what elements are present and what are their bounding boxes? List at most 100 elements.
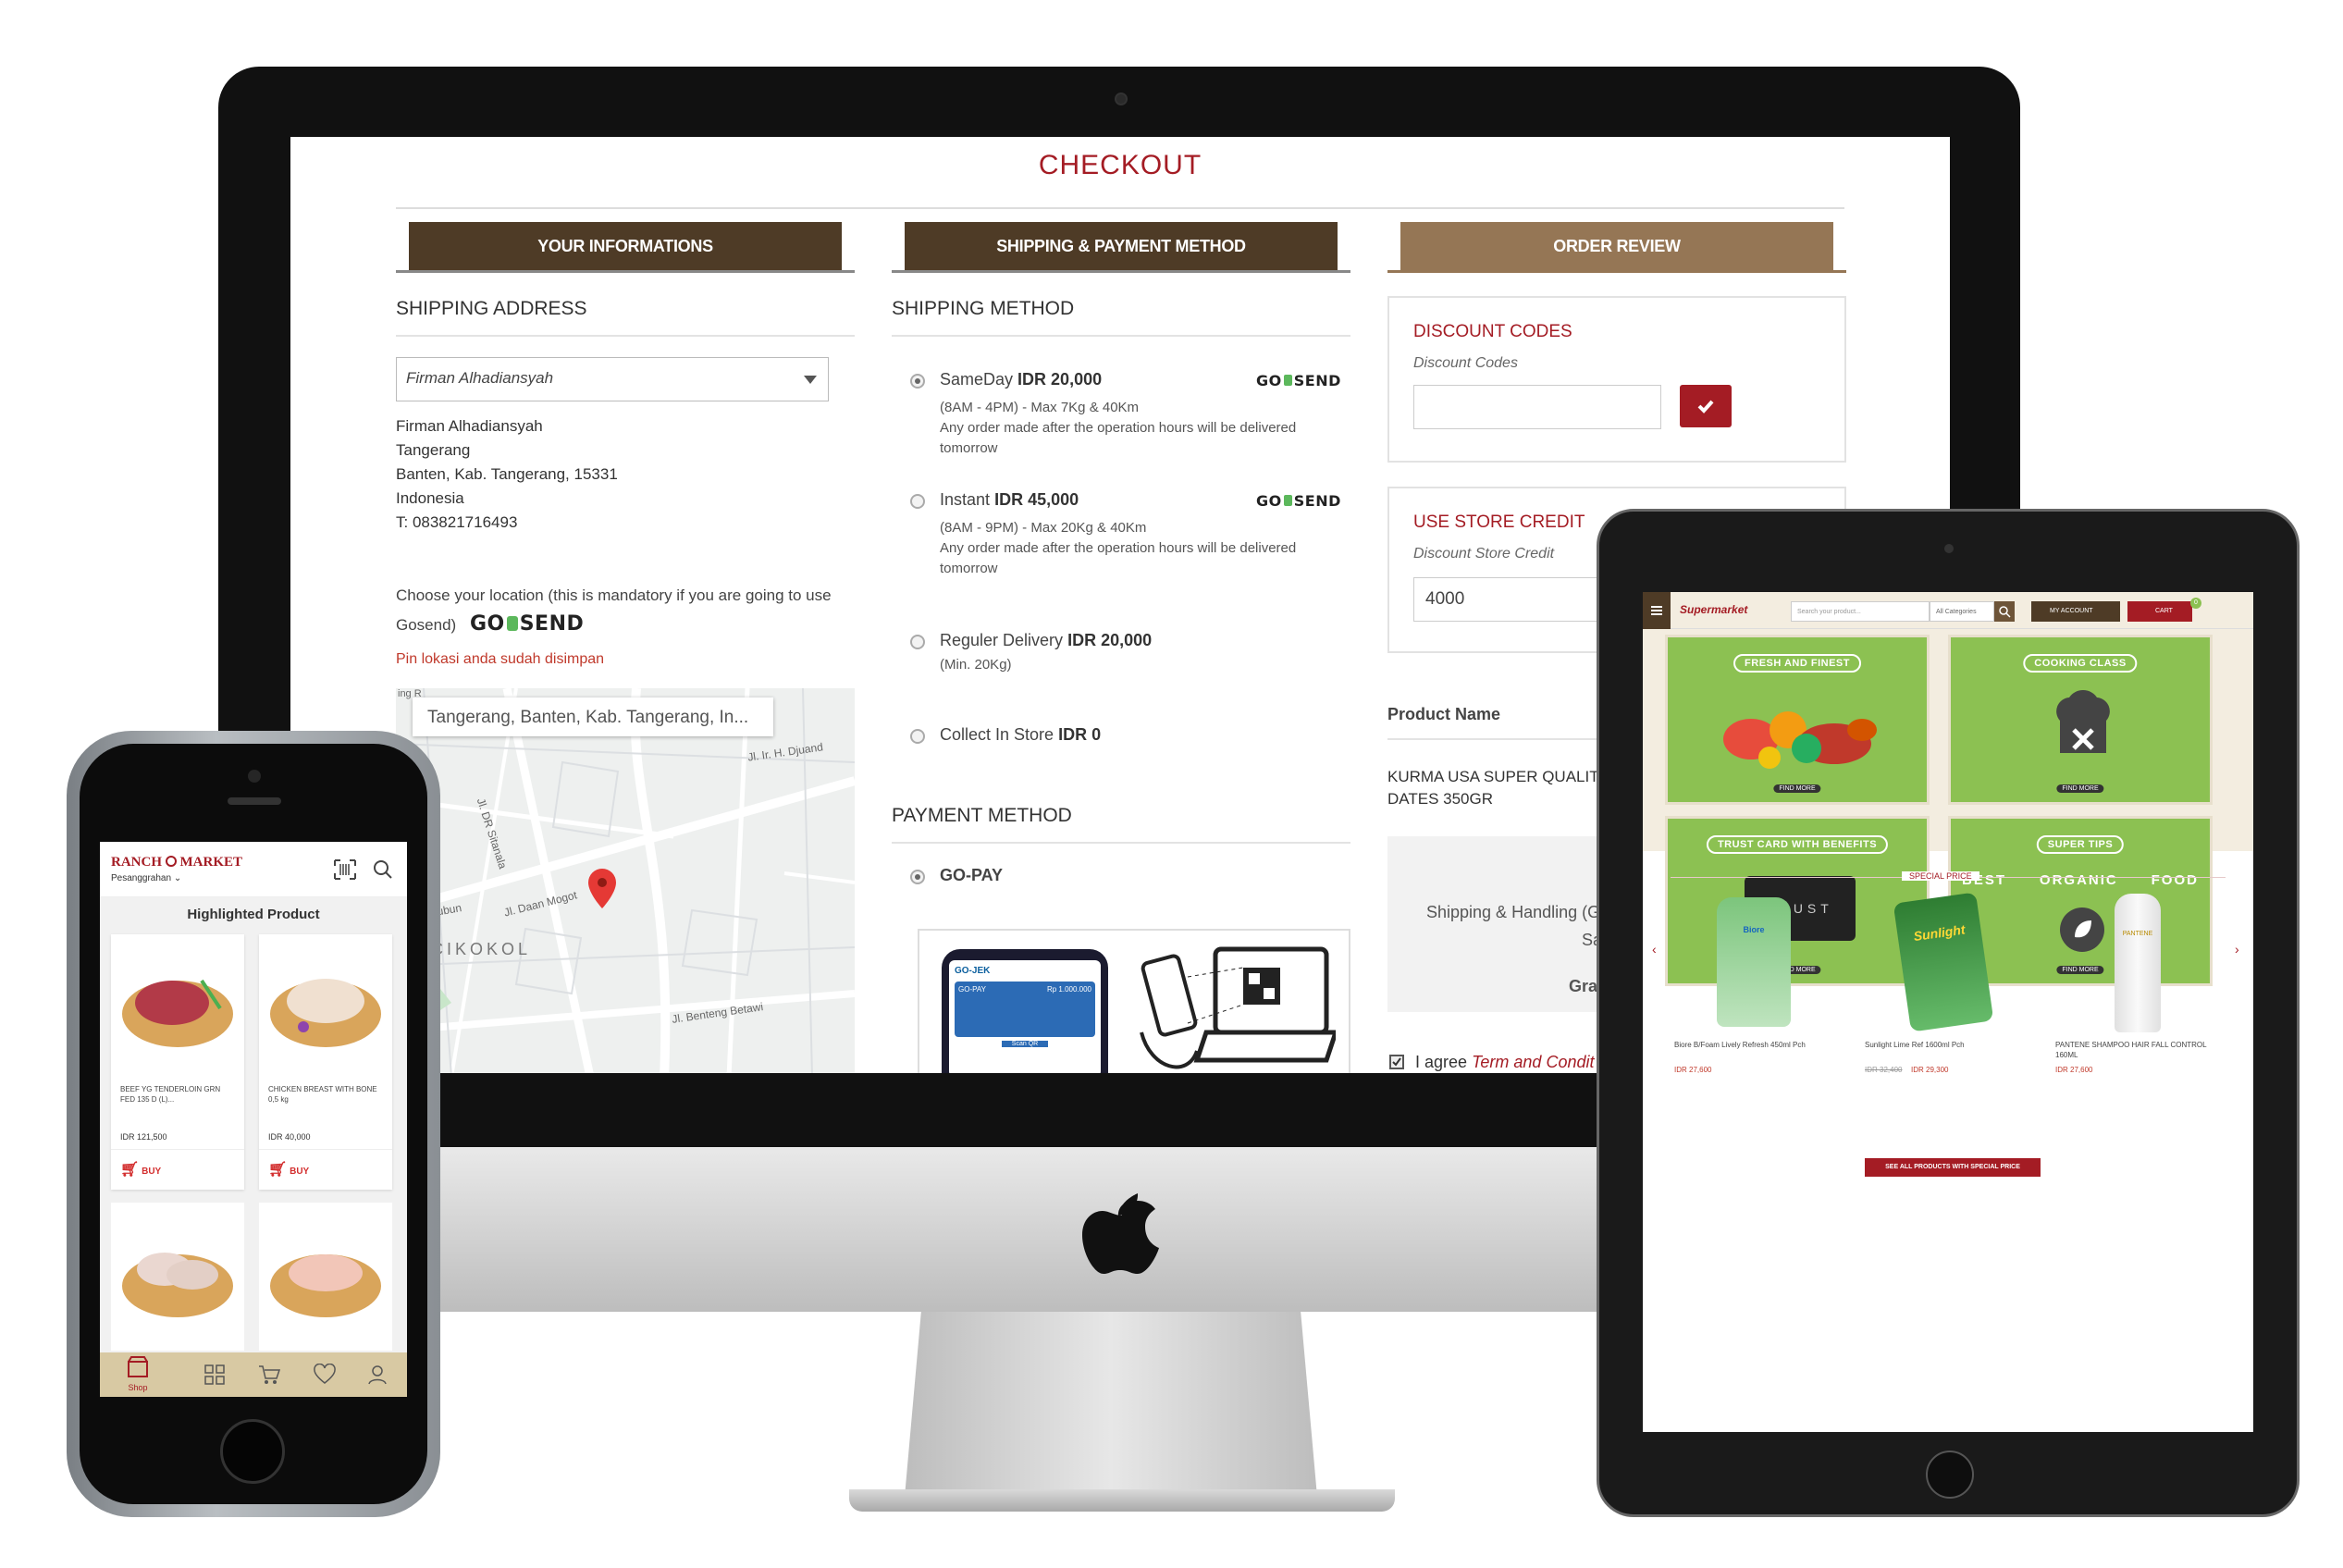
sameday-radio[interactable] bbox=[910, 374, 925, 389]
divider bbox=[892, 270, 1350, 273]
cart-icon[interactable] bbox=[257, 1364, 281, 1386]
divider bbox=[396, 335, 855, 337]
location-prompt: Choose your location (this is mandatory … bbox=[396, 581, 849, 639]
see-all-special-button[interactable]: SEE ALL PRODUCTS WITH SPECIAL PRICE bbox=[1865, 1158, 2041, 1177]
divider bbox=[259, 1149, 392, 1150]
agree-terms: I agree Term and Condit bbox=[1415, 1053, 1594, 1072]
carousel-next-icon[interactable]: › bbox=[2235, 942, 2239, 957]
banner-fresh-finest[interactable]: FRESH AND FINEST FIND MORE bbox=[1665, 635, 1930, 805]
apply-discount-button[interactable] bbox=[1680, 385, 1732, 427]
discount-code-input[interactable] bbox=[1413, 385, 1661, 429]
search-icon bbox=[1999, 606, 2011, 618]
categories-icon[interactable] bbox=[203, 1364, 226, 1386]
sameday-details: (8AM - 4PM) - Max 7Kg & 40Km Any order m… bbox=[940, 398, 1296, 459]
page-title: CHECKOUT bbox=[1038, 150, 1202, 180]
gopay-amount: Rp 1.000.000 bbox=[1046, 985, 1091, 994]
buy-label: BUY bbox=[290, 1167, 310, 1177]
special-product-card[interactable]: Biore bbox=[1671, 888, 1846, 1036]
buy-button[interactable]: 🛒︎ BUY bbox=[268, 1160, 309, 1179]
phone-product-card[interactable]: CHICKEN BREAST WITH BONE 0,5 kg IDR 40,0… bbox=[259, 934, 392, 1190]
account-button[interactable]: MY ACCOUNT bbox=[2031, 601, 2120, 622]
special-product-card[interactable]: Sunlight bbox=[1856, 888, 2031, 1036]
instant-details: (8AM - 9PM) - Max 20Kg & 40Km Any order … bbox=[940, 518, 1296, 579]
phone-product-card[interactable]: BEEF YG TENDERLOIN GRN FED 135 D (L)... … bbox=[111, 934, 244, 1190]
product-name: Sunlight Lime Ref 1600ml Pch bbox=[1865, 1041, 1965, 1049]
map-label: CIKOKOL bbox=[431, 940, 532, 958]
location-saved-note: Pin lokasi anda sudah disimpan bbox=[396, 651, 605, 667]
beef-product-image bbox=[122, 979, 233, 1047]
nav-shop[interactable]: Shop bbox=[126, 1356, 150, 1392]
agree-checkbox[interactable] bbox=[1389, 1055, 1404, 1069]
address-line: Firman Alhadiansyah bbox=[396, 417, 543, 435]
reguler-details: (Min. 20Kg) bbox=[940, 655, 1012, 675]
location-selector[interactable]: Pesanggrahan ⌄ bbox=[111, 873, 181, 883]
highlighted-product-heading: Highlighted Product bbox=[187, 907, 320, 922]
address-select[interactable]: Firman Alhadiansyah bbox=[396, 357, 829, 401]
product-name: PANTENE SHAMPOO HAIR FALL CONTROL 160ML bbox=[2055, 1041, 2207, 1059]
gosend-logo: GO SEND bbox=[1256, 492, 1341, 510]
chef-hat-icon bbox=[2056, 689, 2110, 753]
step-shipping-payment[interactable]: SHIPPING & PAYMENT METHOD bbox=[905, 222, 1338, 270]
phone-product-card[interactable] bbox=[259, 1203, 392, 1351]
phone-header: RANCH MARKET Pesanggrahan ⌄ bbox=[100, 842, 407, 897]
search-icon[interactable] bbox=[372, 858, 394, 881]
search-button[interactable] bbox=[1994, 601, 2015, 622]
sunlight-product-image: Sunlight bbox=[1893, 892, 1994, 1032]
step-your-informations[interactable]: YOUR INFORMATIONS bbox=[409, 222, 842, 270]
find-more-button[interactable]: FIND MORE bbox=[2056, 784, 2104, 793]
brand-left: RANCH bbox=[111, 855, 162, 870]
gosend-icon bbox=[1283, 495, 1292, 506]
step-order-review[interactable]: ORDER REVIEW bbox=[1400, 222, 1833, 270]
gopay-illustration: GO-JEK GO-PAY Rp 1.000.000 Scan QR bbox=[918, 929, 1350, 1073]
option-price: IDR 20,000 bbox=[1017, 370, 1103, 389]
tablet-home-button[interactable] bbox=[1926, 1451, 1974, 1499]
scan-qr-label: Scan QR bbox=[1002, 1041, 1048, 1047]
banner-title: SUPER TIPS bbox=[2036, 835, 2125, 854]
terms-link[interactable]: Term and Condit bbox=[1472, 1053, 1594, 1071]
chevron-down-icon: ⌄ bbox=[173, 873, 182, 883]
gopay-radio[interactable] bbox=[910, 870, 925, 884]
phone-bottom-nav: Shop bbox=[100, 1352, 407, 1397]
vegetables-meat-illustration bbox=[1723, 711, 1877, 769]
map-search-input[interactable]: Tangerang, Banten, Kab. Tangerang, In... bbox=[413, 698, 773, 736]
carousel-prev-icon[interactable]: ‹ bbox=[1652, 942, 1657, 957]
imac-foot bbox=[849, 1489, 1395, 1512]
buy-button[interactable]: 🛒︎ BUY bbox=[120, 1160, 161, 1179]
store-credit-heading: USE STORE CREDIT bbox=[1413, 512, 1585, 532]
ranch-market-logo: RANCH MARKET bbox=[111, 855, 242, 870]
tablet-search-input[interactable]: Search your product... bbox=[1791, 601, 1930, 622]
barcode-scan-icon[interactable] bbox=[333, 858, 357, 881]
discount-codes-label: Discount Codes bbox=[1413, 355, 1518, 371]
store-credit-label: Discount Store Credit bbox=[1413, 546, 1555, 562]
check-icon bbox=[1697, 400, 1714, 414]
banner-cooking-class[interactable]: COOKING CLASS FIND MORE bbox=[1948, 635, 2213, 805]
find-more-button[interactable]: FIND MORE bbox=[1773, 784, 1821, 793]
menu-icon[interactable] bbox=[1643, 592, 1671, 629]
option-detail: tomorrow bbox=[940, 440, 998, 456]
gopay-card: GO-PAY Rp 1.000.000 bbox=[955, 982, 1095, 1037]
special-product-card[interactable]: PANTENE bbox=[2050, 888, 2226, 1036]
instant-option: Instant IDR 45,000 bbox=[940, 490, 1079, 510]
option-price: IDR 20,000 bbox=[1067, 631, 1153, 649]
reguler-radio[interactable] bbox=[910, 635, 925, 649]
hamburger-icon bbox=[1651, 606, 1662, 615]
grand-total-label: Gra bbox=[1569, 977, 1598, 995]
banner-title: FRESH AND FINEST bbox=[1733, 654, 1861, 673]
cart-button[interactable]: CART bbox=[2127, 601, 2192, 622]
address-line: Banten, Kab. Tangerang, 15331 bbox=[396, 465, 618, 483]
heart-icon[interactable] bbox=[313, 1364, 337, 1386]
user-icon[interactable] bbox=[366, 1364, 388, 1386]
phone-product-card[interactable] bbox=[111, 1203, 244, 1351]
nav-shop-label: Shop bbox=[128, 1383, 148, 1392]
collect-radio[interactable] bbox=[910, 729, 925, 744]
phone-home-button[interactable] bbox=[220, 1419, 285, 1484]
camera-icon bbox=[248, 770, 261, 783]
address-line: T: 083821716493 bbox=[396, 513, 518, 531]
instant-radio[interactable] bbox=[910, 494, 925, 509]
divider bbox=[396, 207, 1844, 209]
divider bbox=[111, 1149, 244, 1150]
check-icon bbox=[1392, 1057, 1401, 1067]
gosend-icon bbox=[1283, 375, 1292, 386]
location-map[interactable]: CIKOKOL Jl. Ir. H. Djuand Jl. Daan Mogot… bbox=[396, 688, 855, 1073]
category-select[interactable]: All Categories bbox=[1930, 601, 1994, 622]
